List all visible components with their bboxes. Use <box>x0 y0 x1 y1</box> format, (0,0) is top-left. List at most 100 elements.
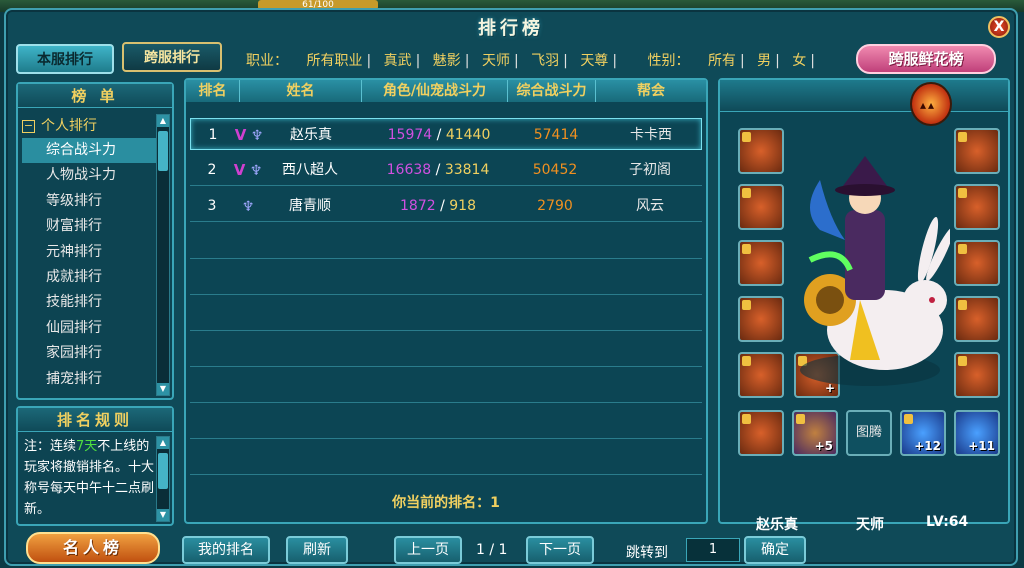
totem-slot[interactable]: 图腾 <box>846 410 892 456</box>
power-cell: 15974 / 41440 <box>387 127 491 143</box>
equip-slot-boots-icon[interactable] <box>954 184 1000 230</box>
sidebar-item-wealth[interactable]: 财富排行 <box>22 214 156 239</box>
equip-slot-talisman-2-icon[interactable] <box>738 410 784 456</box>
sidebar-item-pet-capture[interactable]: 捕宠排行 <box>22 367 156 392</box>
gender-option-all[interactable]: 所有 <box>708 53 736 69</box>
collapse-icon[interactable]: − <box>22 119 35 133</box>
tab-local-ranking[interactable]: 本服排行 <box>16 44 114 74</box>
row-divider <box>190 330 702 331</box>
rules-text: 注：连续7天不上线的玩家将撤销排名。十大称号每天中午十二点刷新。 <box>24 439 155 517</box>
ranking-category-panel: 榜 单 − 个人排行 综合战斗力 人物战斗力 等级排行 财富排行 元神排行 成就排… <box>16 82 174 400</box>
character-preview-panel: ▴▴ + +5 图腾 +12 +11 赵乐真 天师 LV:64 <box>718 78 1010 533</box>
equip-slot-wing-badge-icon[interactable]: +11 <box>954 410 1000 456</box>
name-cell[interactable]: 唐青顺 <box>260 190 360 222</box>
total-power-cell: 2790 <box>537 198 573 214</box>
sidebar-item-skill[interactable]: 技能排行 <box>22 290 156 315</box>
job-option-meiying[interactable]: 魅影 <box>433 53 461 69</box>
gender-option-female[interactable]: 女 <box>792 53 806 69</box>
scroll-down-icon[interactable]: ▼ <box>157 383 169 395</box>
equip-slot-wings-icon[interactable] <box>738 184 784 230</box>
rules-scrollbar[interactable]: ▲ ▼ <box>156 436 170 522</box>
category-tree: − 个人排行 综合战斗力 人物战斗力 等级排行 财富排行 元神排行 成就排行 技能… <box>22 114 156 392</box>
page-indicator: 1 / 1 <box>476 542 508 558</box>
row-divider <box>190 438 702 439</box>
filter-bar: 职业： 所有职业 | 真武 | 魅影 | 天师 | 飞羽 | 天尊 | 性别： 所有 | 男 |… <box>246 53 815 69</box>
ranking-rules-panel: 排名规则 注：连续7天不上线的玩家将撤销排名。十大称号每天中午十二点刷新。 ▲ … <box>16 406 174 526</box>
lock-icon <box>742 414 751 424</box>
table-row[interactable]: 1 V ♆ 赵乐真 15974 / 41440 57414 卡卡西 <box>190 118 702 150</box>
lock-icon <box>958 300 967 310</box>
lock-icon <box>958 244 967 254</box>
sidebar-item-immortal-garden[interactable]: 仙园排行 <box>22 316 156 341</box>
scroll-thumb[interactable] <box>158 131 168 171</box>
lock-icon <box>742 300 751 310</box>
scroll-up-icon[interactable]: ▲ <box>157 437 169 449</box>
table-row[interactable]: 3 ♆ 唐青顺 1872 / 918 2790 风云 <box>190 190 702 222</box>
equip-slot-armor-4-icon[interactable] <box>954 352 1000 398</box>
sidebar-item-achievement[interactable]: 成就排行 <box>22 265 156 290</box>
famous-people-button[interactable]: 名人榜 <box>26 532 160 564</box>
sidebar-item-overall-power[interactable]: 综合战斗力 <box>22 138 156 164</box>
cross-server-flower-ranking-button[interactable]: 跨服鲜花榜 <box>856 44 996 74</box>
job-option-tianshi[interactable]: 天师 <box>482 53 510 69</box>
sidebar-item-character-power[interactable]: 人物战斗力 <box>22 163 156 188</box>
name-cell[interactable]: 西八超人 <box>260 154 360 186</box>
col-role-pet-power: 角色/仙宠战斗力 <box>362 80 508 102</box>
equip-slot-ring-icon[interactable] <box>738 240 784 286</box>
refresh-button[interactable]: 刷新 <box>286 536 348 564</box>
character-job: 天师 <box>856 517 884 533</box>
tab-cross-server-ranking[interactable]: 跨服排行 <box>122 42 222 72</box>
job-option-feiyu[interactable]: 飞羽 <box>531 53 559 69</box>
job-filter-label: 职业： <box>246 53 288 69</box>
equip-slot-armor-icon[interactable] <box>738 128 784 174</box>
sidebar-item-level[interactable]: 等级排行 <box>22 189 156 214</box>
confirm-jump-button[interactable]: 确定 <box>744 536 806 564</box>
lock-icon <box>742 356 751 366</box>
my-rank-button[interactable]: 我的排名 <box>182 536 270 564</box>
lock-icon <box>742 188 751 198</box>
next-page-button[interactable]: 下一页 <box>526 536 594 564</box>
vip-icon: V <box>234 126 247 144</box>
power-cell: 1872 / 918 <box>400 198 476 214</box>
character-name: 赵乐真 <box>756 517 798 533</box>
equip-slot-armor-2-icon[interactable] <box>738 352 784 398</box>
lock-icon <box>742 132 751 142</box>
table-header: 排名 姓名 角色/仙宠战斗力 综合战斗力 帮会 <box>186 80 706 102</box>
col-total-power: 综合战斗力 <box>508 80 596 102</box>
job-option-all[interactable]: 所有职业 <box>306 53 362 69</box>
scroll-thumb[interactable] <box>158 453 168 489</box>
lock-icon <box>958 188 967 198</box>
jump-to-label: 跳转到 <box>626 545 668 561</box>
equip-slot-talisman-icon[interactable] <box>738 296 784 342</box>
equip-slot-armor-3-icon[interactable] <box>954 128 1000 174</box>
lock-icon <box>796 414 805 424</box>
preview-header <box>720 80 1008 112</box>
category-scrollbar[interactable]: ▲ ▼ <box>156 114 170 396</box>
equip-slot-pet-icon[interactable]: +12 <box>900 410 946 456</box>
row-divider <box>190 258 702 259</box>
sidebar-item-home[interactable]: 家园排行 <box>22 341 156 366</box>
col-name: 姓名 <box>240 80 362 102</box>
equip-slot-belt-icon[interactable] <box>954 296 1000 342</box>
character-level: LV:64 <box>926 514 969 530</box>
prev-page-button[interactable]: 上一页 <box>394 536 462 564</box>
job-option-tianzun[interactable]: 天尊 <box>580 53 608 69</box>
power-cell: 16638 / 33814 <box>386 162 490 178</box>
name-cell[interactable]: 赵乐真 <box>261 119 361 151</box>
category-panel-header: 榜 单 <box>18 84 172 108</box>
table-row[interactable]: 2 V ♆ 西八超人 16638 / 33814 50452 子初阁 <box>190 154 702 186</box>
job-option-zhenwu[interactable]: 真武 <box>384 53 412 69</box>
scroll-down-icon[interactable]: ▼ <box>157 509 169 521</box>
guild-cell: 风云 <box>636 198 664 214</box>
gender-option-male[interactable]: 男 <box>757 53 771 69</box>
jump-page-input[interactable]: 1 <box>686 538 740 562</box>
sidebar-item-spirit[interactable]: 元神排行 <box>22 240 156 265</box>
total-power-cell: 50452 <box>532 162 578 178</box>
tree-root-personal[interactable]: − 个人排行 <box>22 114 156 138</box>
vip-icon: V <box>233 161 246 179</box>
equip-slot-ring-2-icon[interactable] <box>954 240 1000 286</box>
equip-slot-weapon-icon[interactable]: +5 <box>792 410 838 456</box>
close-button[interactable]: X <box>988 16 1010 38</box>
scroll-up-icon[interactable]: ▲ <box>157 115 169 127</box>
rules-header: 排名规则 <box>18 408 172 432</box>
